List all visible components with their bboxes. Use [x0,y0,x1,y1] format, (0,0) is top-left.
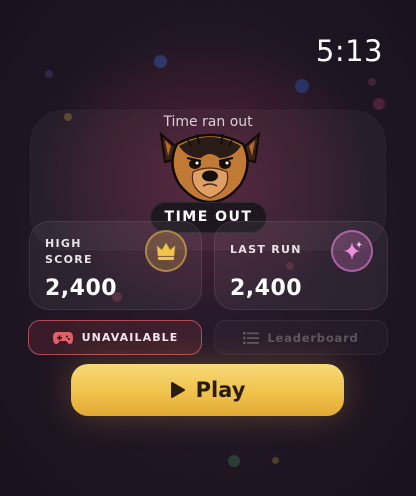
high-score-value: 2,400 [45,276,118,301]
status-time: 5:13 [315,34,383,68]
last-run-label: LAST RUN [230,243,302,256]
bg-dot [373,98,385,110]
crown-icon [156,242,176,260]
bg-dot [154,55,167,68]
high-score-label: HIGH SCORE [45,236,93,268]
sparkle-icon [344,241,362,260]
high-score-label-line1: HIGH [45,237,82,250]
list-icon [243,331,260,344]
leaderboard-label: Leaderboard [267,330,359,345]
play-button[interactable]: Play [71,364,344,416]
dog-mascot-icon [159,131,261,204]
leaderboard-button[interactable]: Leaderboard [214,320,388,355]
high-score-card: HIGH SCORE 2,400 [29,221,202,310]
crown-badge [145,230,187,272]
bg-dot [272,457,279,464]
play-label: Play [195,378,246,402]
bg-dot [228,455,240,467]
play-icon [170,382,185,398]
bg-dot [368,78,376,86]
last-run-card: LAST RUN 2,400 [214,221,388,310]
bg-dot [295,79,309,93]
unavailable-button[interactable]: UNAVAILABLE [28,320,202,355]
last-run-value: 2,400 [230,276,303,301]
high-score-label-line2: SCORE [45,253,93,266]
gamepad-icon [52,331,73,344]
sparkle-badge [331,230,373,272]
bg-dot [45,70,53,78]
unavailable-label: UNAVAILABLE [81,331,179,344]
